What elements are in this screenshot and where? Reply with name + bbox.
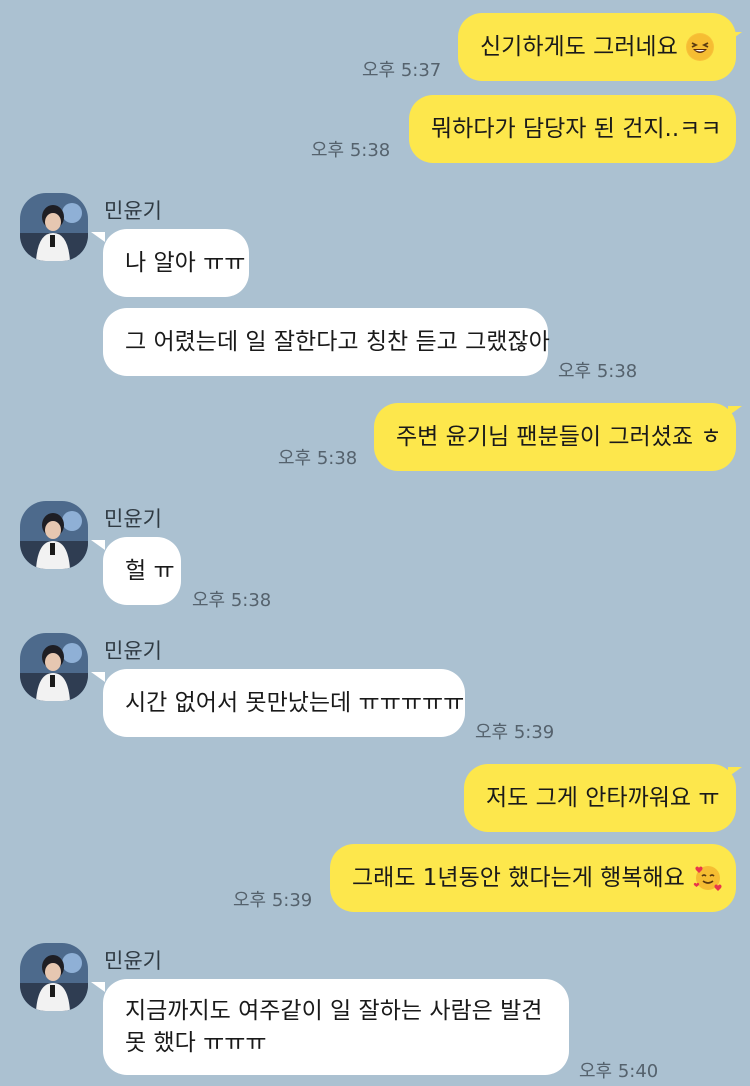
message-time: 오후 5:39 [475, 722, 555, 743]
their-message-bubble[interactable]: 나 알아 ㅠㅠ [103, 229, 249, 297]
bubble-tail [728, 32, 742, 42]
sender-name: 민윤기 [104, 507, 162, 531]
message-time: 오후 5:38 [278, 448, 358, 469]
message-time: 오후 5:40 [579, 1061, 659, 1082]
my-message-bubble[interactable]: 주변 윤기님 팬분들이 그러셨죠 ㅎ [374, 403, 736, 471]
message-text: 주변 윤기님 팬분들이 그러셨죠 ㅎ [396, 424, 722, 450]
bubble-tail [91, 232, 105, 242]
bubble-tail [728, 406, 742, 416]
message-time: 오후 5:38 [311, 140, 391, 161]
grinning-squinting-face-icon [685, 33, 714, 61]
bubble-tail [91, 672, 105, 682]
contact-avatar[interactable] [20, 501, 88, 569]
message-text: 신기하게도 그러네요 [480, 34, 678, 60]
contact-avatar[interactable] [20, 633, 88, 701]
message-text: 나 알아 ㅠㅠ [125, 250, 246, 276]
message-text: 그래도 1년동안 했다는게 행복해요 [352, 865, 685, 891]
bubble-tail [91, 540, 105, 550]
message-text: 시간 없어서 못만났는데 ㅠㅠㅠㅠㅠ [125, 690, 465, 716]
bubble-tail [728, 767, 742, 777]
message-text: 뭐하다가 담당자 된 건지..ㅋㅋ [431, 116, 722, 142]
their-message-bubble[interactable]: 지금까지도 여주같이 일 잘하는 사람은 발견 못 했다 ㅠㅠㅠ [103, 979, 569, 1075]
message-time: 오후 5:39 [233, 890, 313, 911]
my-message-bubble[interactable]: 뭐하다가 담당자 된 건지..ㅋㅋ [409, 95, 736, 163]
their-message-bubble[interactable]: 헐 ㅠ [103, 537, 181, 605]
sender-name: 민윤기 [104, 949, 162, 973]
message-text: 그 어렸는데 일 잘한다고 칭찬 듣고 그랬잖아 [125, 329, 550, 355]
sender-name: 민윤기 [104, 639, 162, 663]
their-message-bubble[interactable]: 그 어렸는데 일 잘한다고 칭찬 듣고 그랬잖아 [103, 308, 550, 376]
their-message-bubble[interactable]: 시간 없어서 못만났는데 ㅠㅠㅠㅠㅠ [103, 669, 465, 737]
message-time: 오후 5:37 [362, 60, 442, 81]
message-text: 지금까지도 여주같이 일 잘하는 사람은 발견 못 했다 ㅠㅠㅠ [125, 998, 543, 1056]
message-time: 오후 5:38 [192, 590, 272, 611]
bubble-tail [91, 982, 105, 992]
smiling-face-with-hearts-icon [693, 864, 722, 892]
my-message-bubble[interactable]: 그래도 1년동안 했다는게 행복해요 [330, 844, 736, 912]
my-message-bubble[interactable]: 신기하게도 그러네요 [458, 13, 736, 81]
my-message-bubble[interactable]: 저도 그게 안타까워요 ㅠ [464, 764, 736, 832]
message-text: 헐 ㅠ [125, 558, 175, 584]
sender-name: 민윤기 [104, 199, 162, 223]
contact-avatar[interactable] [20, 943, 88, 1011]
message-time: 오후 5:38 [558, 361, 638, 382]
message-text: 저도 그게 안타까워요 ㅠ [486, 785, 720, 811]
contact-avatar[interactable] [20, 193, 88, 261]
